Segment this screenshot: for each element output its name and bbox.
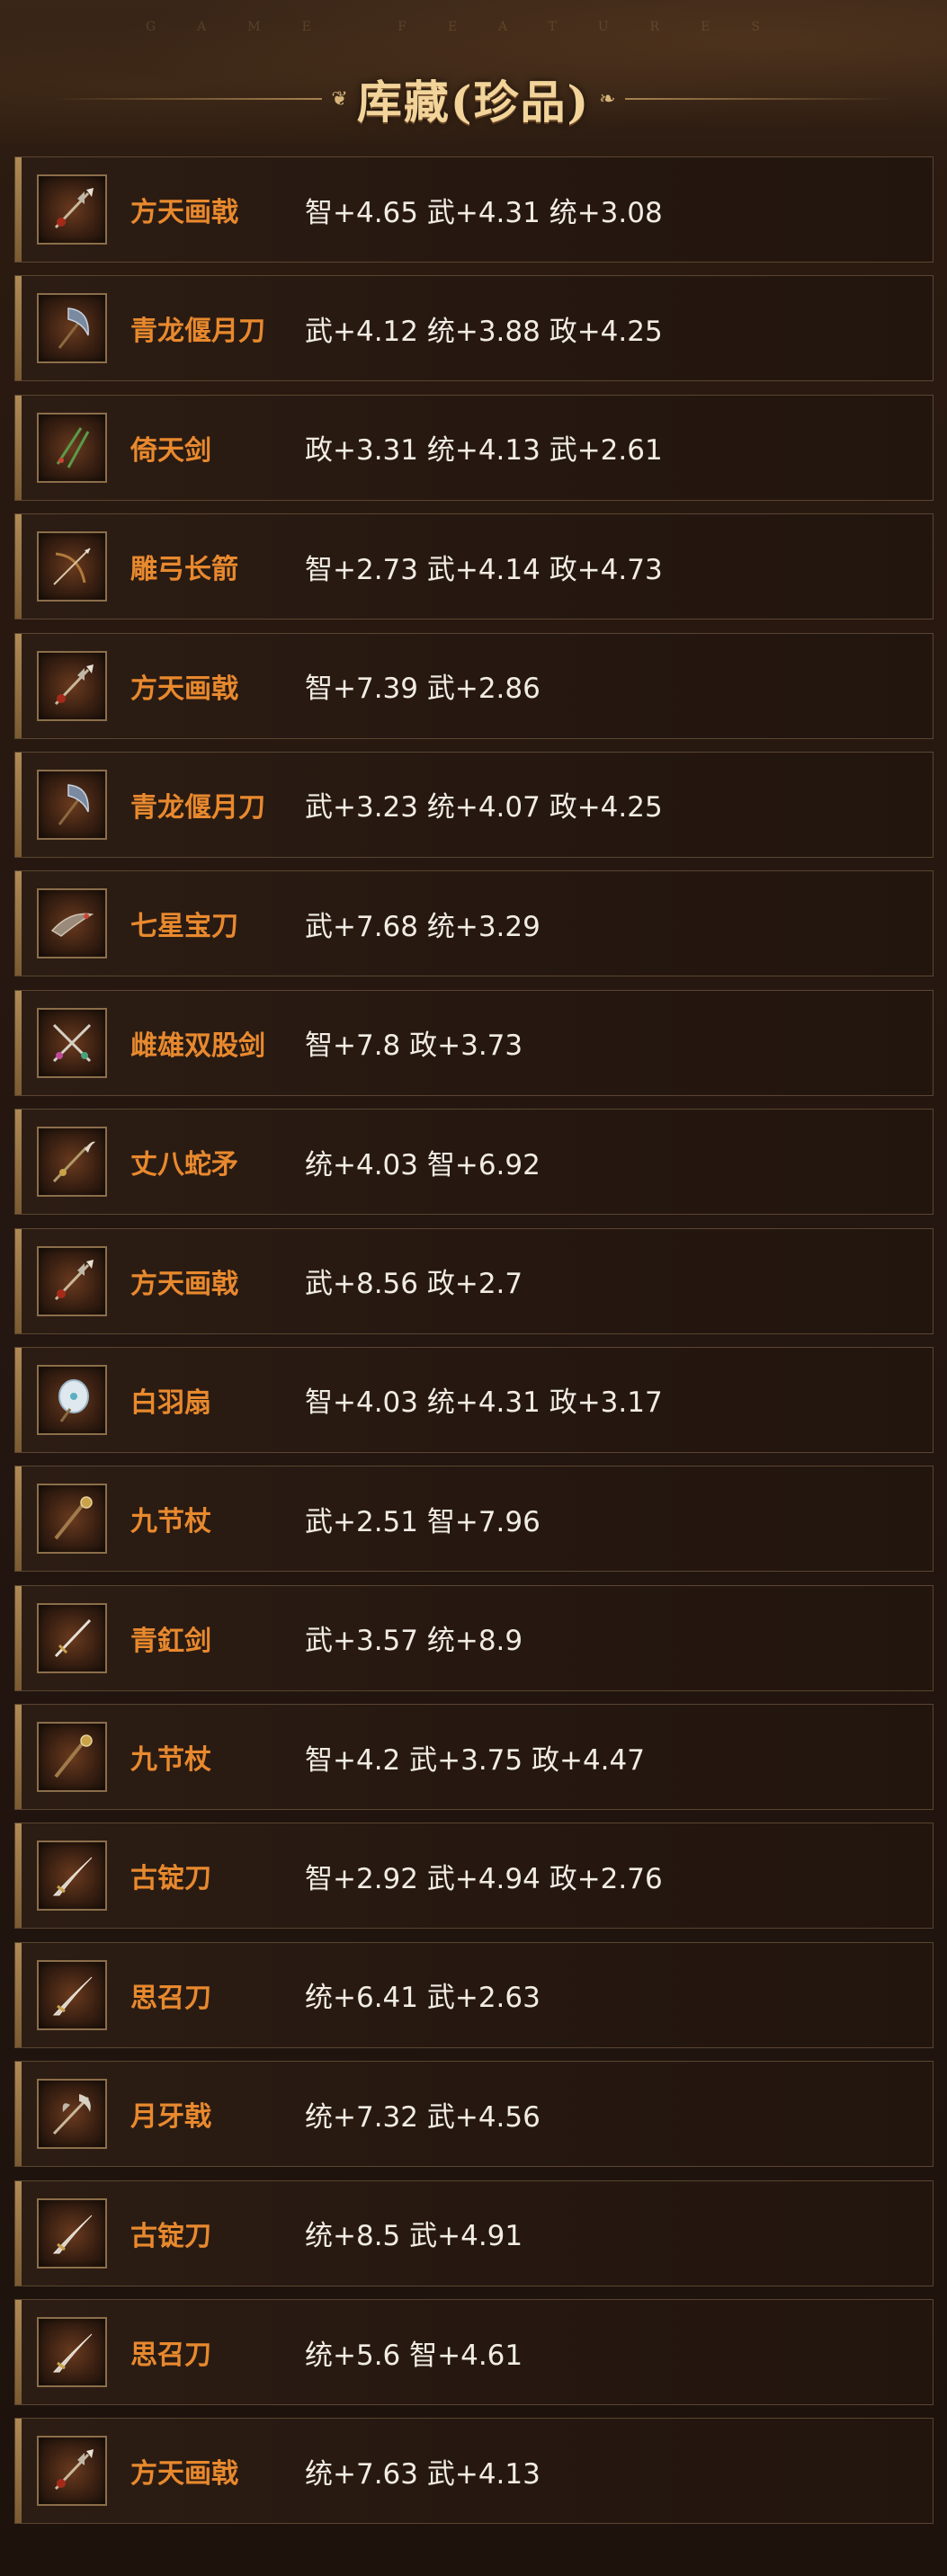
crescent-blade-icon	[37, 293, 107, 364]
halberd-icon	[37, 174, 107, 245]
treasure-name: 月牙戟	[130, 2101, 211, 2134]
ornament-left-icon: ❦	[331, 87, 348, 111]
staff-icon	[37, 1722, 107, 1793]
crossed-swords-icon	[37, 1007, 107, 1078]
treasure-stats: 武+7.68 统+3.29	[305, 910, 541, 943]
treasure-name: 古锭刀	[130, 2220, 211, 2252]
treasure-name: 方天画戟	[130, 673, 238, 705]
treasure-row[interactable]: 倚天剑 政+3.31 统+4.13 武+2.61	[14, 394, 934, 501]
saber-icon	[37, 2317, 107, 2388]
title-divider-left	[52, 98, 323, 100]
treasure-row[interactable]: 方天画戟 统+7.63 武+4.13	[14, 2418, 934, 2525]
treasure-stats: 统+8.5 武+4.91	[305, 2220, 523, 2253]
treasure-row[interactable]: 月牙戟 统+7.32 武+4.56	[14, 2061, 934, 2168]
treasure-name: 倚天剑	[130, 434, 211, 467]
treasure-row[interactable]: 方天画戟 智+7.39 武+2.86	[14, 632, 934, 739]
treasure-stats: 武+8.56 政+2.7	[305, 1268, 523, 1301]
treasure-row[interactable]: 思召刀 统+5.6 智+4.61	[14, 2299, 934, 2406]
saber-icon	[37, 2197, 107, 2268]
treasure-name: 青龙偃月刀	[130, 791, 265, 824]
treasure-name: 方天画戟	[130, 197, 238, 228]
halberd-icon	[37, 650, 107, 721]
treasure-row[interactable]: 七星宝刀 武+7.68 统+3.29	[14, 870, 934, 977]
treasure-name: 雌雄双股剑	[130, 1030, 265, 1062]
treasure-row[interactable]: 青龙偃月刀 武+4.12 统+3.88 政+4.25	[14, 275, 934, 382]
treasure-name: 方天画戟	[130, 1268, 238, 1300]
treasure-name: 思召刀	[130, 2340, 211, 2372]
treasure-list: 方天画戟 智+4.65 武+4.31 统+3.08 青龙偃月刀 武+4.12 统+3.…	[14, 156, 934, 2537]
treasure-name: 青釭剑	[130, 1625, 211, 1657]
treasure-row[interactable]: 古锭刀 统+8.5 武+4.91	[14, 2179, 934, 2286]
treasure-stats: 智+2.92 武+4.94 政+2.76	[305, 1862, 663, 1895]
ornament-right-icon: ❧	[599, 87, 616, 111]
treasure-stats: 统+4.03 智+6.92	[305, 1148, 541, 1181]
treasure-row[interactable]: 古锭刀 智+2.92 武+4.94 政+2.76	[14, 1823, 934, 1930]
treasure-name: 白羽扇	[130, 1386, 211, 1419]
treasure-stats: 智+7.8 政+3.73	[305, 1030, 523, 1063]
treasure-stats: 智+7.39 武+2.86	[305, 673, 541, 706]
crescent-blade-icon	[37, 769, 107, 840]
page-title: 库藏(珍品)	[356, 76, 591, 129]
crescent-halberd-icon	[37, 2079, 107, 2150]
treasure-row[interactable]: 方天画戟 智+4.65 武+4.31 统+3.08	[14, 156, 934, 263]
treasure-stats: 智+2.73 武+4.14 政+4.73	[305, 553, 663, 586]
twin-sword-icon	[37, 412, 107, 483]
halberd-icon	[37, 2436, 107, 2507]
serpent-spear-icon	[37, 1127, 107, 1198]
treasure-name: 丈八蛇矛	[130, 1149, 238, 1181]
header-subtitle: GAME FEATURES	[145, 20, 802, 34]
feather-fan-icon	[37, 1364, 107, 1435]
treasure-stats: 智+4.65 武+4.31 统+3.08	[305, 196, 663, 229]
treasure-row[interactable]: 雌雄双股剑 智+7.8 政+3.73	[14, 989, 934, 1096]
treasure-stats: 智+4.03 统+4.31 政+3.17	[305, 1386, 663, 1420]
treasure-name: 七星宝刀	[130, 911, 238, 943]
treasure-stats: 智+4.2 武+3.75 政+4.47	[305, 1743, 645, 1777]
saber-icon	[37, 1959, 107, 2030]
halberd-icon	[37, 1245, 107, 1316]
treasure-name: 九节杖	[130, 1506, 211, 1538]
treasure-stats: 统+5.6 智+4.61	[305, 2339, 523, 2372]
treasure-row[interactable]: 丈八蛇矛 统+4.03 智+6.92	[14, 1109, 934, 1216]
treasure-stats: 统+6.41 武+2.63	[305, 1982, 541, 2015]
treasure-row[interactable]: 方天画戟 武+8.56 政+2.7	[14, 1227, 934, 1334]
treasure-stats: 武+3.57 统+8.9	[305, 1625, 523, 1658]
treasure-name: 青龙偃月刀	[130, 316, 265, 348]
title-divider-right	[624, 98, 895, 100]
title-row: ❦ 库藏(珍品) ❧	[0, 63, 947, 135]
treasure-row[interactable]: 思召刀 统+6.41 武+2.63	[14, 1941, 934, 2048]
treasure-stats: 武+4.12 统+3.88 政+4.25	[305, 315, 663, 348]
sword-icon	[37, 1602, 107, 1673]
treasure-name: 方天画戟	[130, 2458, 238, 2491]
treasure-name: 思召刀	[130, 1982, 211, 2014]
dragon-saber-icon	[37, 888, 107, 959]
staff-icon	[37, 1484, 107, 1555]
treasure-name: 九节杖	[130, 1744, 211, 1777]
treasure-row[interactable]: 白羽扇 智+4.03 统+4.31 政+3.17	[14, 1346, 934, 1453]
treasure-row[interactable]: 青龙偃月刀 武+3.23 统+4.07 政+4.25	[14, 751, 934, 858]
treasure-stats: 政+3.31 统+4.13 武+2.61	[305, 434, 663, 468]
treasure-row[interactable]: 九节杖 智+4.2 武+3.75 政+4.47	[14, 1704, 934, 1811]
treasure-name: 古锭刀	[130, 1863, 211, 1895]
treasure-row[interactable]: 雕弓长箭 智+2.73 武+4.14 政+4.73	[14, 513, 934, 620]
treasure-stats: 统+7.63 武+4.13	[305, 2457, 541, 2491]
treasure-stats: 武+2.51 智+7.96	[305, 1505, 541, 1538]
treasure-name: 雕弓长箭	[130, 554, 238, 586]
treasure-stats: 统+7.32 武+4.56	[305, 2100, 541, 2134]
saber-icon	[37, 1841, 107, 1912]
treasure-stats: 武+3.23 统+4.07 政+4.25	[305, 791, 663, 824]
header: GAME FEATURES ❦ 库藏(珍品) ❧	[0, 0, 947, 144]
treasure-row[interactable]: 九节杖 武+2.51 智+7.96	[14, 1466, 934, 1573]
bow-arrow-icon	[37, 531, 107, 602]
treasure-row[interactable]: 青釭剑 武+3.57 统+8.9	[14, 1584, 934, 1691]
